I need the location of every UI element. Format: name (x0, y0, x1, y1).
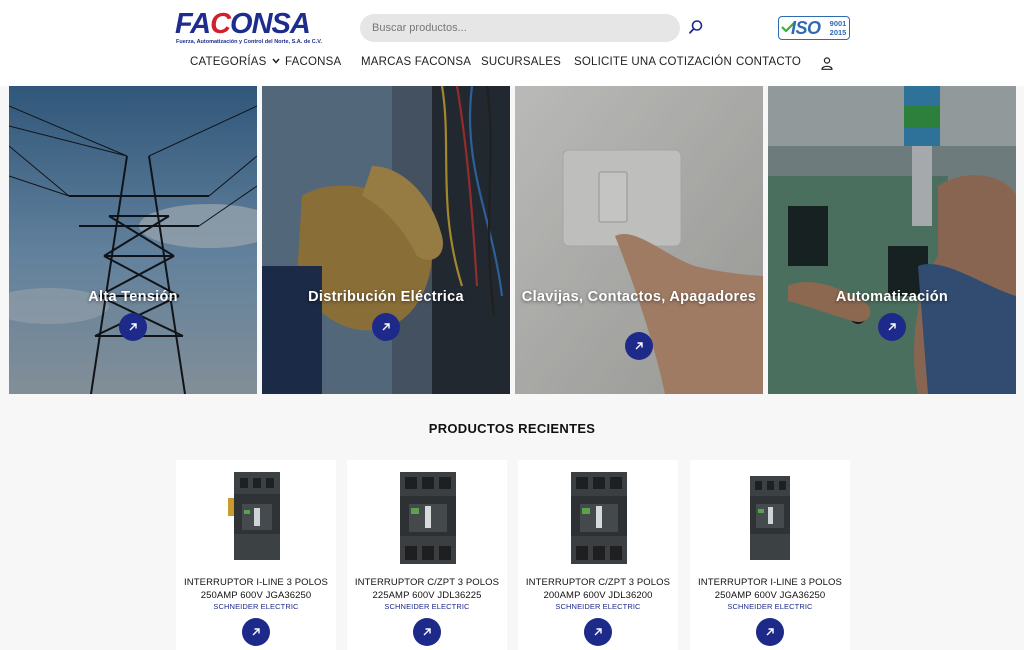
arrow-up-right-icon (766, 628, 774, 636)
circuit-breaker-image (750, 476, 790, 560)
product-card[interactable]: INTERRUPTOR C/ZPT 3 POLOS 200AMP 600V JD… (518, 460, 678, 650)
search-icon[interactable] (688, 19, 704, 35)
arrow-button[interactable] (372, 313, 400, 341)
arrow-up-right-icon (423, 628, 431, 636)
chevron-down-icon (271, 58, 280, 64)
product-card[interactable]: INTERRUPTOR I-LINE 3 POLOS 250AMP 600V J… (176, 460, 336, 650)
faconsa-logo[interactable]: FACONSA Fuerza, Automatización y Control… (175, 8, 322, 48)
iso-label: ISO (791, 18, 821, 38)
arrow-up-right-icon (888, 323, 896, 331)
nav-marcas-faconsa[interactable]: MARCAS FACONSA (361, 56, 471, 68)
product-brand: SCHNEIDER ELECTRIC (555, 602, 641, 611)
nav-categorias[interactable]: CATEGORÍAS (190, 56, 280, 68)
circuit-breaker-image (571, 472, 627, 564)
nav-contacto[interactable]: CONTACTO (736, 56, 801, 68)
electrician-gloves-photo (262, 86, 510, 394)
circuit-breaker-image (228, 472, 280, 560)
product-name[interactable]: INTERRUPTOR C/ZPT 3 POLOS 200AMP 600V JD… (522, 576, 674, 602)
category-tile-clavijas[interactable]: Clavijas, Contactos, Apagadores (515, 86, 763, 394)
arrow-button[interactable] (119, 313, 147, 341)
main-nav: CATEGORÍAS FACONSA MARCAS FACONSA SUCURS… (0, 56, 1024, 74)
nav-label: CATEGORÍAS (190, 56, 267, 68)
product-name[interactable]: INTERRUPTOR I-LINE 3 POLOS 250AMP 600V J… (694, 576, 846, 602)
category-title: Clavijas, Contactos, Apagadores (521, 289, 757, 305)
product-brand: SCHNEIDER ELECTRIC (213, 602, 299, 611)
arrow-up-right-icon (252, 628, 260, 636)
product-brand: SCHNEIDER ELECTRIC (727, 602, 813, 611)
arrow-up-right-icon (594, 628, 602, 636)
product-brand: SCHNEIDER ELECTRIC (384, 602, 470, 611)
iso-year-value: 2015 (829, 28, 847, 37)
category-title: Distribución Eléctrica (308, 289, 464, 305)
product-arrow-button[interactable] (584, 618, 612, 646)
product-arrow-button[interactable] (756, 618, 784, 646)
nav-cotizacion[interactable]: SOLICITE UNA COTIZACIÓN (574, 56, 732, 68)
section-title-recent-products: PRODUCTOS RECIENTES (428, 421, 596, 436)
power-tower-photo (9, 86, 257, 394)
product-arrow-button[interactable] (242, 618, 270, 646)
category-tile-automatizacion[interactable]: Automatización (768, 86, 1016, 394)
iso-standard: 9001 (829, 19, 847, 28)
product-name[interactable]: INTERRUPTOR I-LINE 3 POLOS 250AMP 600V J… (180, 576, 332, 602)
control-panel-photo (768, 86, 1016, 394)
product-name[interactable]: INTERRUPTOR C/ZPT 3 POLOS 225AMP 600V JD… (351, 576, 503, 602)
logo-wordmark: FACONSA (175, 8, 311, 40)
iso-certification-badge: ISO 9001 2015 (778, 16, 850, 40)
arrow-up-right-icon (129, 323, 137, 331)
logo-tagline: Fuerza, Automatización y Control del Nor… (176, 39, 322, 45)
product-arrow-button[interactable] (413, 618, 441, 646)
product-card[interactable]: INTERRUPTOR C/ZPT 3 POLOS 225AMP 600V JD… (347, 460, 507, 650)
site-header: FACONSA Fuerza, Automatización y Control… (0, 0, 1024, 86)
arrow-button[interactable] (625, 332, 653, 360)
category-tile-distribucion-electrica[interactable]: Distribución Eléctrica (262, 86, 510, 394)
search-bar[interactable] (360, 14, 680, 42)
search-input[interactable] (360, 14, 680, 42)
nav-faconsa[interactable]: FACONSA (285, 56, 341, 68)
category-title: Automatización (835, 289, 949, 305)
circuit-breaker-image (400, 472, 456, 564)
arrow-up-right-icon (635, 342, 643, 350)
category-tile-alta-tension[interactable]: Alta Tensión (9, 86, 257, 394)
user-icon[interactable] (821, 57, 833, 70)
category-title: Alta Tensión (88, 289, 178, 305)
arrow-up-right-icon (382, 323, 390, 331)
iso-year: 9001 2015 (827, 19, 849, 37)
nav-sucursales[interactable]: SUCURSALES (481, 56, 561, 68)
product-card[interactable]: INTERRUPTOR I-LINE 3 POLOS 250AMP 600V J… (690, 460, 850, 650)
arrow-button[interactable] (878, 313, 906, 341)
